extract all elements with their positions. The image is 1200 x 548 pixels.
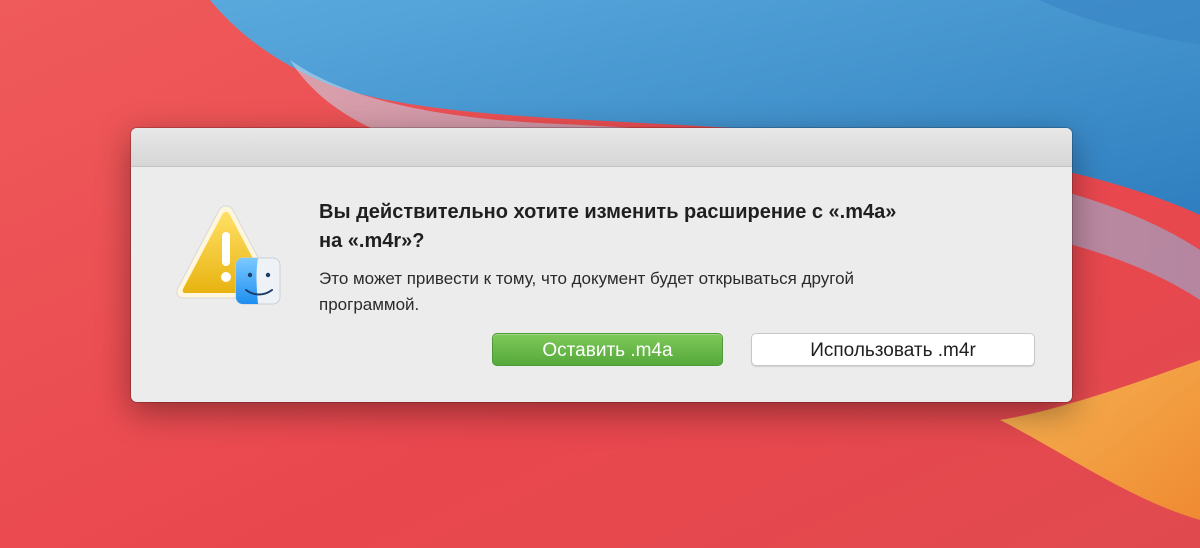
- alert-informative-line1: Это может привести к тому, что документ …: [319, 269, 855, 288]
- dialog-titlebar: [131, 128, 1072, 167]
- use-m4r-button[interactable]: Использовать .m4r: [751, 333, 1035, 366]
- alert-message-line1: Вы действительно хотите изменить расшире…: [319, 201, 897, 223]
- warning-icon: [176, 202, 286, 308]
- alert-message-line2: на «.m4r»?: [319, 230, 425, 252]
- finder-icon: [235, 257, 281, 305]
- alert-informative-text: Это может привести к тому, что документ …: [319, 266, 1019, 318]
- alert-informative-line2: программой.: [319, 295, 420, 314]
- keep-m4a-button[interactable]: Оставить .m4a: [492, 333, 723, 366]
- alert-dialog: Вы действительно хотите изменить расшире…: [131, 128, 1072, 402]
- alert-message: Вы действительно хотите изменить расшире…: [319, 198, 1039, 256]
